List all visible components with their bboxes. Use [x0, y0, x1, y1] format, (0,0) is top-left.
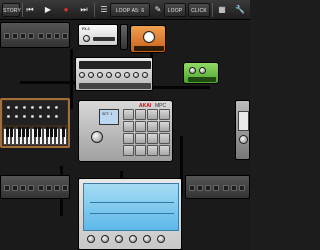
cable	[70, 49, 73, 109]
step-sequencer[interactable]	[75, 57, 153, 91]
history-button[interactable]: STORY	[2, 3, 21, 17]
mpc-pad[interactable]	[147, 121, 158, 132]
loop-selector[interactable]: LOOP A5: 6	[110, 3, 150, 17]
mpc-pad[interactable]	[135, 145, 146, 156]
skip-back-icon[interactable]: ⏮	[24, 4, 36, 16]
orange-effect-pedal[interactable]	[130, 25, 166, 53]
synth-panel	[3, 101, 67, 125]
green-effect-pedal[interactable]	[183, 62, 219, 84]
mpc-screen-text: SET: 1	[102, 112, 113, 116]
knob[interactable]	[189, 67, 196, 74]
synth-keyboard[interactable]	[3, 127, 67, 145]
mpc-pad[interactable]	[159, 109, 170, 120]
play-icon[interactable]: ▶	[42, 4, 54, 16]
mpc-pad[interactable]	[135, 133, 146, 144]
module-screen	[238, 111, 249, 131]
record-icon[interactable]: ●	[60, 4, 72, 16]
step-row[interactable]	[79, 72, 151, 80]
drum-pad-rack[interactable]	[0, 22, 70, 48]
mpc-pad[interactable]	[123, 133, 134, 144]
sampler-buttons[interactable]	[83, 233, 179, 245]
fx-label: FX-2	[82, 27, 90, 31]
pad[interactable]	[4, 33, 10, 39]
pad[interactable]	[46, 33, 52, 39]
mpc-pad[interactable]	[147, 145, 158, 156]
pedal-footswitch[interactable]	[134, 46, 164, 51]
step-buttons[interactable]	[79, 83, 151, 89]
blue-sampler[interactable]	[78, 178, 182, 250]
mpc-pad[interactable]	[159, 145, 170, 156]
mpc-pad[interactable]	[123, 145, 134, 156]
click-button[interactable]: CLICK	[188, 3, 210, 17]
settings-icon[interactable]: ☰	[98, 4, 110, 16]
mpc-screen: SET: 1	[99, 109, 119, 125]
pad[interactable]	[28, 33, 34, 39]
knob[interactable]	[83, 35, 90, 42]
sampler-screen	[83, 183, 179, 231]
sequencer-display	[79, 61, 151, 69]
waveform	[90, 202, 174, 214]
pad[interactable]	[62, 33, 68, 39]
skip-forward-icon[interactable]: ⏭	[78, 4, 90, 16]
mpc-pad[interactable]	[135, 121, 146, 132]
knob[interactable]	[199, 67, 206, 74]
pad[interactable]	[54, 33, 60, 39]
data-wheel[interactable]	[91, 131, 103, 143]
mixer-strip[interactable]	[120, 24, 128, 50]
mpc-pad[interactable]	[159, 133, 170, 144]
knob[interactable]	[239, 135, 248, 144]
analog-synth[interactable]	[0, 98, 70, 148]
cable	[20, 81, 75, 84]
wrench-icon[interactable]: 🔧	[234, 4, 246, 16]
drum-pad-rack-right[interactable]	[185, 175, 250, 199]
drum-pad-rack-bottom[interactable]	[0, 175, 70, 199]
mpc-pad[interactable]	[123, 121, 134, 132]
mpc-pad[interactable]	[135, 109, 146, 120]
mpc-pad[interactable]	[147, 109, 158, 120]
drum-module[interactable]	[235, 100, 250, 160]
fx-unit[interactable]: FX-2	[78, 24, 118, 46]
cable	[150, 86, 210, 89]
pad[interactable]	[38, 33, 44, 39]
pedal-footswitch[interactable]	[188, 77, 216, 82]
fader[interactable]	[93, 37, 115, 41]
pad[interactable]	[12, 33, 18, 39]
pad[interactable]	[20, 33, 26, 39]
mpc-pad[interactable]	[147, 133, 158, 144]
grid-icon[interactable]: ▦	[216, 4, 228, 16]
knob[interactable]	[143, 31, 155, 43]
mpc-pad[interactable]	[159, 121, 170, 132]
mpc-sampler[interactable]: AKAI MPC SET: 1	[78, 100, 173, 162]
pencil-icon[interactable]: ✎	[152, 4, 164, 16]
mpc-pad[interactable]	[123, 109, 134, 120]
loop-button[interactable]: LOOP	[164, 3, 186, 17]
top-toolbar: STORY ⏮ ▶ ● ⏭ ☰ LOOP A5: 6 ✎ LOOP CLICK …	[0, 0, 250, 20]
